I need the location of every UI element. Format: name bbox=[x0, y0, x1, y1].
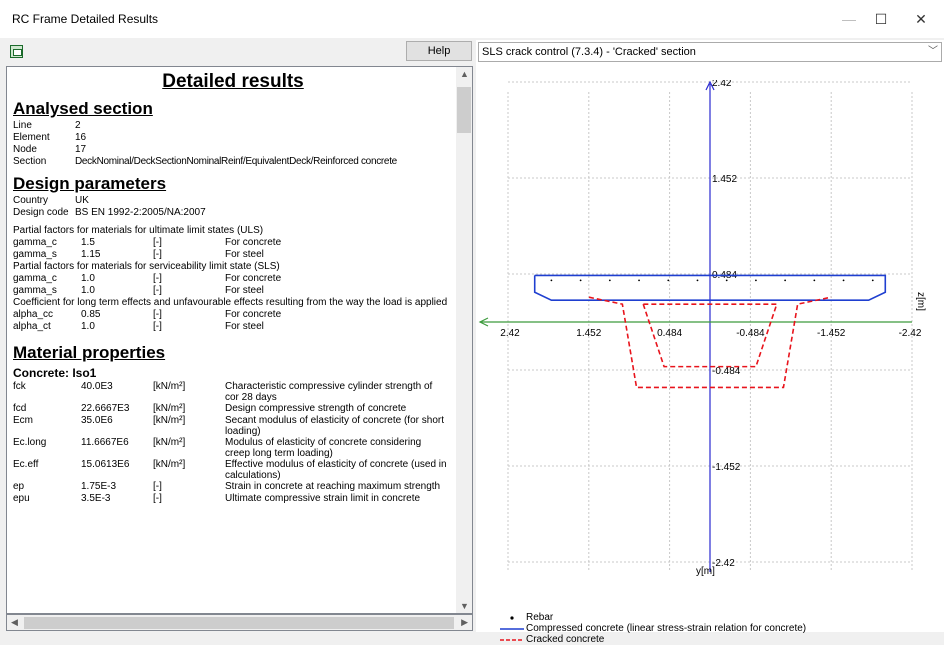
z-tick-label: -0.484 bbox=[712, 366, 741, 377]
scroll-right-icon[interactable]: ▶ bbox=[461, 617, 468, 628]
sls-table: gamma_c 1.0 [-] For concrete gamma_s 1.0 [-] F… bbox=[13, 273, 281, 297]
scroll-thumb[interactable] bbox=[457, 87, 471, 133]
sls-note: Partial factors for materials for servic… bbox=[13, 261, 280, 272]
y-axis-label: y[m] bbox=[696, 566, 715, 577]
x-tick-label: -2.42 bbox=[899, 328, 922, 339]
design-parameters-table: Country UK Design code BS EN 1992-2:2005/N… bbox=[13, 195, 206, 219]
rebar-point bbox=[842, 279, 845, 282]
table-row: Design code BS EN 1992-2:2005/NA:2007 bbox=[13, 207, 206, 218]
vertical-scrollbar[interactable]: ▲ ▼ bbox=[456, 66, 473, 614]
scroll-up-icon[interactable]: ▲ bbox=[460, 69, 469, 79]
table-row: Ecm 35.0E6 [kN/m²] Secant modulus of elasti… bbox=[13, 415, 444, 437]
plot-legend: Rebar Compressed concrete (linear stress… bbox=[498, 612, 806, 645]
plot-pane: SLS crack control (7.3.4) - 'Cracked' se… bbox=[476, 40, 944, 645]
uls-note: Partial factors for materials for ultima… bbox=[13, 225, 264, 236]
x-tick-label: -0.484 bbox=[736, 328, 765, 339]
x-tick-label: 0.484 bbox=[657, 328, 682, 339]
rebar-point bbox=[813, 279, 816, 282]
concrete-heading: Concrete: Iso1 bbox=[13, 366, 97, 380]
x-tick-label: -1.452 bbox=[817, 328, 846, 339]
legend-item-cracked: Cracked concrete bbox=[498, 634, 806, 645]
coef-note: Coefficient for long term effects and un… bbox=[13, 297, 448, 308]
z-axis-label: z[m] bbox=[915, 292, 926, 311]
material-table: fck 40.0E3 [kN/m²] Characteristic compressi… bbox=[13, 381, 447, 505]
table-row: gamma_s 1.0 [-] For steel bbox=[13, 285, 264, 296]
table-row: Node 17 bbox=[13, 144, 87, 155]
scroll-down-icon[interactable]: ▼ bbox=[460, 601, 469, 611]
rebar-point bbox=[725, 279, 728, 282]
z-tick-label: 1.452 bbox=[712, 174, 737, 185]
hscroll-thumb[interactable] bbox=[24, 617, 454, 629]
legend-item-compressed: Compressed concrete (linear stress-strai… bbox=[498, 623, 806, 634]
table-row: gamma_c 1.5 [-] For concrete bbox=[13, 237, 282, 248]
horizontal-scrollbar[interactable]: ◀ ▶ bbox=[6, 614, 473, 631]
x-tick-label: 1.452 bbox=[576, 328, 601, 339]
export-icon[interactable] bbox=[10, 45, 23, 58]
design-parameters-heading: Design parameters bbox=[13, 174, 167, 193]
results-title: Detailed results bbox=[162, 71, 304, 92]
rebar-point bbox=[871, 279, 874, 282]
table-row: Country UK bbox=[13, 195, 89, 206]
analysed-section-table: Line 2 Element 16 Node 17 Section DeckNomina… bbox=[13, 120, 397, 168]
legend-item-rebar: Rebar bbox=[498, 612, 806, 623]
help-button[interactable]: Help bbox=[406, 41, 472, 61]
minimize-icon: — bbox=[842, 11, 856, 27]
table-row: Ec.long 11.6667E6 [kN/m²] Modulus of elasti… bbox=[13, 437, 422, 459]
z-tick-label: -1.452 bbox=[712, 462, 741, 473]
rebar-point bbox=[667, 279, 670, 282]
rebar-point bbox=[755, 279, 757, 282]
table-row: gamma_c 1.0 [-] For concrete bbox=[13, 273, 282, 284]
rebar-point bbox=[784, 279, 787, 282]
table-row: ep 1.75E-3 [-] Strain in concrete at reachi… bbox=[13, 481, 441, 492]
title-bar: RC Frame Detailed Results — ☐ ✕ bbox=[0, 0, 944, 38]
analysed-section-heading: Analysed section bbox=[13, 99, 153, 118]
coef-table: alpha_cc 0.85 [-] For concrete alpha_ct 1.0[… bbox=[13, 309, 281, 333]
rebar-point bbox=[696, 279, 699, 282]
table-row: alpha_cc 0.85 [-] For concrete bbox=[13, 309, 282, 320]
maximize-icon: ☐ bbox=[874, 10, 888, 27]
table-row: alpha_ct 1.0 [-] For steel bbox=[13, 321, 264, 332]
rebar-point bbox=[608, 279, 611, 282]
table-row: fck 40.0E3 [kN/m²] Characteristic compressi… bbox=[13, 381, 433, 403]
left-toolbar: Help bbox=[6, 40, 473, 64]
uls-table: gamma_c 1.5 [-] For concrete gamma_s 1.15 [-]… bbox=[13, 237, 281, 261]
section-plot: 2.42 1.452 0.484 -0.484 -1.452 -2.42 2.42 1.452… bbox=[478, 80, 926, 577]
solid-line-icon bbox=[498, 626, 526, 632]
close-icon: ✕ bbox=[915, 10, 927, 27]
results-panel: Detailed results Analysed section Line 2 … bbox=[6, 66, 456, 614]
z-tick-label: -2.42 bbox=[712, 558, 735, 569]
close-button[interactable]: ✕ bbox=[898, 0, 944, 38]
rebar-point bbox=[550, 279, 553, 282]
z-tick-label: 2.42 bbox=[712, 80, 732, 89]
rebar-dot-icon bbox=[498, 615, 526, 621]
table-row: Ec.eff 15.0613E6 [kN/m²] Effective modulus … bbox=[13, 459, 447, 481]
dashed-line-icon bbox=[498, 637, 526, 643]
table-row: gamma_s 1.15 [-] For steel bbox=[13, 249, 264, 260]
plot-type-select[interactable]: SLS crack control (7.3.4) - 'Cracked' se… bbox=[478, 42, 942, 62]
table-row: fcd 22.6667E3 [kN/m²] Design compressive st… bbox=[13, 403, 407, 414]
plot-type-value: SLS crack control (7.3.4) - 'Cracked' se… bbox=[482, 46, 696, 58]
chevron-down-icon: ﹀ bbox=[928, 46, 938, 57]
results-document: Detailed results Analysed section Line 2 … bbox=[13, 69, 453, 505]
rebar-point bbox=[638, 279, 640, 282]
table-row: Section DeckNominal/DeckSectionNominalRei… bbox=[13, 156, 397, 167]
scroll-left-icon[interactable]: ◀ bbox=[11, 617, 18, 628]
rebar-point bbox=[579, 279, 582, 282]
table-row: Line 2 bbox=[13, 120, 81, 131]
window-title: RC Frame Detailed Results bbox=[12, 12, 159, 26]
material-properties-heading: Material properties bbox=[13, 343, 166, 362]
table-row: Element 16 bbox=[13, 132, 87, 143]
x-tick-label: 2.42 bbox=[500, 328, 520, 339]
table-row: epu 3.5E-3 [-] Ultimate compressive strain … bbox=[13, 493, 421, 504]
